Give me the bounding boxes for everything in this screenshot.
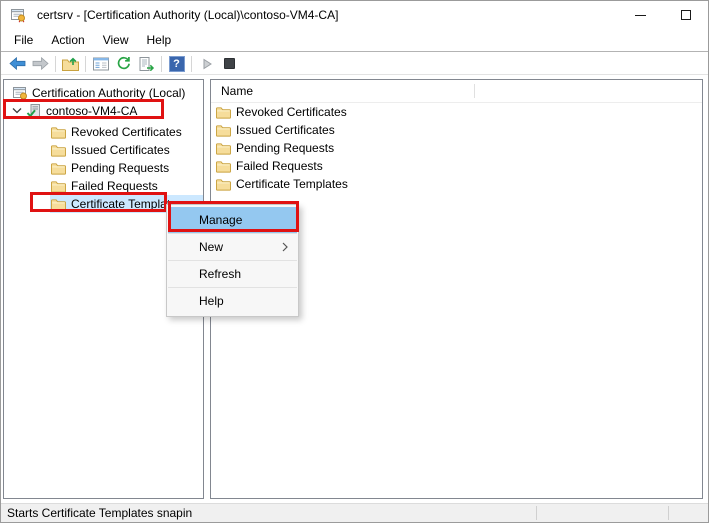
toolbar-separator <box>161 56 162 72</box>
list-item-label: Revoked Certificates <box>236 105 347 119</box>
list-item-label: Failed Requests <box>236 159 323 173</box>
context-menu-item-help[interactable]: Help <box>168 288 297 314</box>
window-title: certsrv - [Certification Authority (Loca… <box>37 8 338 22</box>
minimize-icon <box>635 15 646 16</box>
up-one-level-icon <box>62 57 79 71</box>
back-arrow-icon <box>9 57 26 70</box>
list-item-label: Issued Certificates <box>236 123 335 137</box>
column-header-name[interactable]: Name <box>211 80 702 103</box>
certsrv-app-icon <box>9 7 26 23</box>
menu-file[interactable]: File <box>14 33 33 47</box>
maximize-icon <box>681 10 691 20</box>
refresh-icon <box>116 56 131 71</box>
context-menu: Manage New Refresh Help <box>166 204 299 317</box>
tree-item-label: contoso-VM4-CA <box>46 104 137 118</box>
tree-item-pending-requests[interactable]: Pending Requests <box>4 159 203 177</box>
title-bar: certsrv - [Certification Authority (Loca… <box>1 1 708 29</box>
column-divider[interactable] <box>474 84 475 98</box>
status-bar-divider <box>536 506 537 520</box>
start-service-button[interactable] <box>195 54 218 74</box>
list-item-label: Pending Requests <box>236 141 334 155</box>
help-icon: ? <box>169 56 185 72</box>
folder-icon <box>50 160 67 176</box>
status-bar: Starts Certificate Templates snapin <box>1 503 708 522</box>
status-bar-divider <box>668 506 669 520</box>
folder-icon <box>215 122 232 138</box>
toolbar-separator <box>55 56 56 72</box>
list-item-label: Certificate Templates <box>236 177 348 191</box>
list-item-certificate-templates[interactable]: Certificate Templates <box>211 175 702 193</box>
refresh-button[interactable] <box>112 54 135 74</box>
folder-icon <box>50 178 67 194</box>
chevron-expanded-icon[interactable] <box>9 108 25 114</box>
back-button[interactable] <box>6 54 29 74</box>
mmc-window: certsrv - [Certification Authority (Loca… <box>0 0 709 523</box>
export-list-button[interactable] <box>135 54 158 74</box>
forward-arrow-icon <box>32 57 49 70</box>
ca-server-icon <box>25 103 42 119</box>
up-one-level-button[interactable] <box>59 54 82 74</box>
menu-view[interactable]: View <box>103 33 129 47</box>
folder-icon <box>215 158 232 174</box>
console-tree-icon <box>93 57 109 71</box>
maximize-button[interactable] <box>663 1 708 29</box>
window-controls <box>618 1 708 29</box>
help-button[interactable]: ? <box>165 54 188 74</box>
tree-item-issued-certificates[interactable]: Issued Certificates <box>4 141 203 159</box>
status-text: Starts Certificate Templates snapin <box>7 506 192 520</box>
context-menu-item-label: Refresh <box>199 267 241 281</box>
menu-bar: File Action View Help <box>1 29 708 52</box>
folder-icon <box>215 104 232 120</box>
context-menu-item-label: Help <box>199 294 224 308</box>
toolbar-separator <box>191 56 192 72</box>
show-hide-console-tree-button[interactable] <box>89 54 112 74</box>
minimize-button[interactable] <box>618 1 663 29</box>
folder-icon <box>215 176 232 192</box>
list-item-failed-requests[interactable]: Failed Requests <box>211 157 702 175</box>
forward-button[interactable] <box>29 54 52 74</box>
tree-item-label: Pending Requests <box>71 161 169 175</box>
folder-icon <box>50 124 67 140</box>
toolbar-separator <box>85 56 86 72</box>
stop-service-button[interactable] <box>218 54 241 74</box>
context-menu-item-label: New <box>199 240 223 254</box>
export-list-icon <box>139 57 155 71</box>
context-menu-item-refresh[interactable]: Refresh <box>168 261 297 287</box>
folder-icon <box>50 142 67 158</box>
menu-help[interactable]: Help <box>147 33 172 47</box>
submenu-arrow-icon <box>282 242 288 252</box>
tree-item-certification-authority[interactable]: Certification Authority (Local) <box>4 84 203 102</box>
list-item-pending-requests[interactable]: Pending Requests <box>211 139 702 157</box>
list-item-revoked-certificates[interactable]: Revoked Certificates <box>211 103 702 121</box>
context-menu-item-manage[interactable]: Manage <box>168 207 297 233</box>
tree-item-failed-requests[interactable]: Failed Requests <box>4 177 203 195</box>
context-menu-item-label: Manage <box>199 213 242 227</box>
list-item-issued-certificates[interactable]: Issued Certificates <box>211 121 702 139</box>
tree-item-label: Failed Requests <box>71 179 158 193</box>
play-icon <box>201 58 213 70</box>
menu-action[interactable]: Action <box>51 33 84 47</box>
tree-item-label: Revoked Certificates <box>71 125 182 139</box>
tree-item-contoso-vm4-ca[interactable]: contoso-VM4-CA <box>4 102 203 120</box>
toolbar: ? <box>1 53 708 75</box>
tree-item-revoked-certificates[interactable]: Revoked Certificates <box>4 123 203 141</box>
stop-icon <box>224 58 235 69</box>
column-header-label: Name <box>221 84 253 98</box>
certification-authority-icon <box>11 85 28 101</box>
tree-item-label: Issued Certificates <box>71 143 170 157</box>
folder-icon <box>215 140 232 156</box>
folder-icon <box>50 196 67 212</box>
tree-item-label: Certification Authority (Local) <box>32 86 185 100</box>
context-menu-item-new[interactable]: New <box>168 234 297 260</box>
